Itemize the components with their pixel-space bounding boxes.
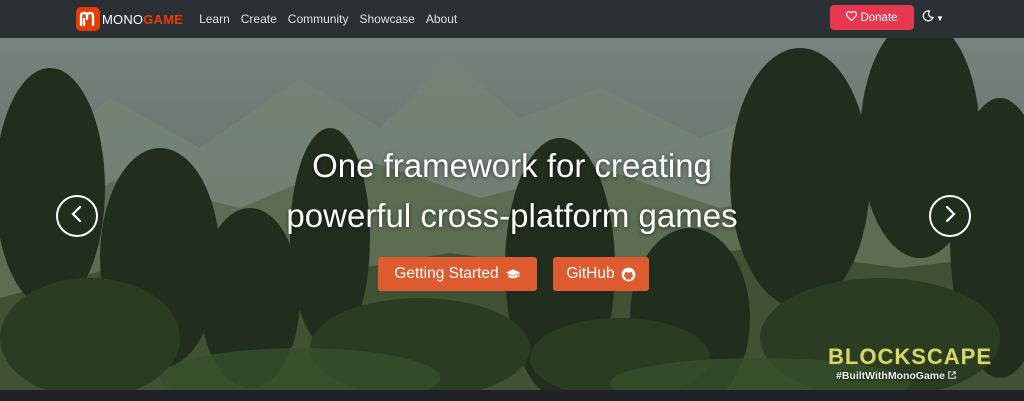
graduation-cap-icon [505,268,521,281]
carousel-next-button[interactable] [929,195,971,237]
brand-name-game: GAME [143,11,184,27]
hero-headline-line-2: powerful cross-platform games [286,197,738,234]
navbar: MONOGAME Learn Create Community Showcase… [0,0,1024,38]
built-with-monogame-link[interactable]: #BuiltWithMonoGame [836,370,956,382]
getting-started-button[interactable]: Getting Started [378,257,537,291]
donate-button[interactable]: Donate [830,5,914,30]
nav-link-community[interactable]: Community [288,12,349,26]
heart-icon [846,10,858,24]
github-label: GitHub [566,265,615,282]
brand-name-mono: MONO [102,11,144,27]
nav-links: Learn Create Community Showcase About [199,12,468,26]
brand-name: MONOGAME [102,12,183,27]
nav-link-about[interactable]: About [426,12,457,26]
blockscape-logo: BLOCKSCAPE [828,344,993,369]
hero-carousel: One framework for creating powerful cros… [0,38,1024,390]
hero-headline-line-1: One framework for creating [312,147,712,184]
chevron-left-icon [70,205,84,228]
moon-icon [922,9,934,27]
built-with-monogame-label: #BuiltWithMonoGame [836,370,945,382]
carousel-prev-button[interactable] [56,195,98,237]
nav-link-create[interactable]: Create [241,12,277,26]
caret-down-icon: ▼ [936,13,944,23]
donate-label: Donate [860,11,898,24]
brand-logo-link[interactable]: MONOGAME [76,7,183,31]
chevron-right-icon [943,205,957,228]
page-bottom-strip [0,390,1024,401]
github-button[interactable]: GitHub [553,257,649,291]
theme-toggle-button[interactable]: ▼ [922,9,944,27]
nav-link-showcase[interactable]: Showcase [359,12,414,26]
nav-link-learn[interactable]: Learn [199,12,230,26]
hero-headline: One framework for creating powerful cros… [0,141,1024,241]
github-icon [621,267,636,282]
monogame-logo-icon [76,7,100,31]
external-link-icon [948,370,956,382]
getting-started-label: Getting Started [394,265,499,282]
